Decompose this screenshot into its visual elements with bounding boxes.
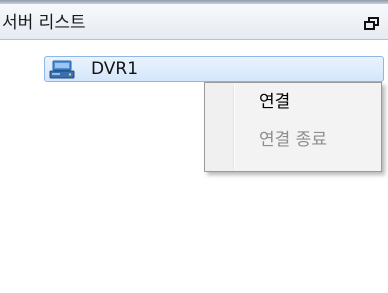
menu-icon-gutter [205,83,233,171]
menu-item-connect[interactable]: 연결 [259,91,290,113]
server-icon [49,60,75,79]
pin-icon[interactable] [364,16,380,30]
server-list-window: 서버 리스트 DVR1 연결 연결 종료 [0,0,388,293]
tree-item-dvr1[interactable]: DVR1 [44,56,384,82]
context-menu: 연결 연결 종료 [204,82,382,172]
menu-gutter-separator [233,85,235,169]
panel-header: 서버 리스트 [0,4,388,40]
tree-item-label: DVR1 [91,59,139,79]
panel-title: 서버 리스트 [2,13,86,33]
menu-item-disconnect[interactable]: 연결 종료 [259,129,327,151]
